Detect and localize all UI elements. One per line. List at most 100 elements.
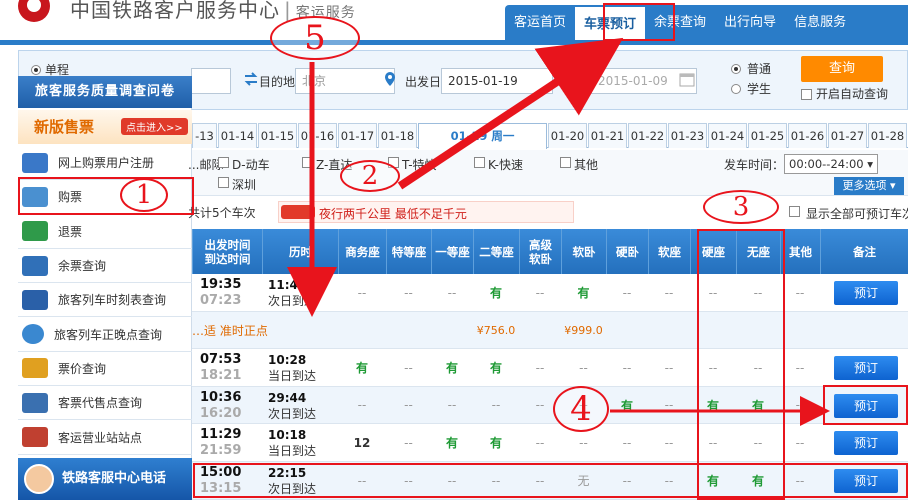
passenger-normal-label: 普通 (747, 62, 772, 76)
nav-home[interactable]: 客运首页 (505, 5, 575, 40)
sidebar-item-agents[interactable]: 客票代售点查询 (18, 386, 192, 421)
date-tab[interactable]: 01-22 (628, 123, 667, 148)
duration: 10:28 当日到达 (268, 352, 316, 384)
hotline-banner[interactable]: 铁路客服中心电话 (18, 458, 192, 500)
column-header[interactable]: 历时 (262, 229, 338, 274)
promo-notice[interactable]: 夜行两千公里 最低不足千元 (278, 201, 574, 223)
date-tab[interactable]: 01-14 (218, 123, 257, 148)
duration: 11:48 次日到达 (268, 277, 316, 309)
seat-availability: -- (535, 360, 545, 375)
filter-z-checkbox[interactable] (302, 157, 313, 168)
seat-availability: -- (664, 398, 674, 412)
train-table-header: 出发时间 到达时间 历时 商务座 特等座 一等座 二等座 高级 软卧 软卧 硬卧 软座 硬座 无座 其他… (192, 229, 908, 274)
date-tab[interactable]: 01-28 (868, 123, 907, 148)
seat-availability: 有 (577, 286, 590, 300)
new-version-enter-button[interactable]: 点击进入>> (121, 118, 188, 135)
seat-availability (431, 312, 473, 348)
main-nav: 客运首页 车票预订 余票查询 出行向导 信息服务 (505, 5, 908, 40)
date-tab[interactable]: 01-17 (338, 123, 377, 148)
seat-availability: -- (404, 360, 413, 375)
depart-arrive-time: 10:36 16:20 (200, 390, 241, 422)
date-tab[interactable]: 01-24 (708, 123, 747, 148)
sidebar-item-refund[interactable]: 退票 (18, 215, 192, 249)
annotation-2: 2 (340, 160, 400, 192)
date-tab[interactable]: 01-16 (298, 123, 337, 148)
filter-k-checkbox[interactable] (474, 157, 485, 168)
column-header[interactable]: 出发时间 到达时间 (192, 229, 262, 274)
seat-availability (606, 312, 648, 348)
seat-availability: -- (404, 435, 413, 450)
sidebar-item-fare[interactable]: 票价查询 (18, 352, 192, 387)
filter-d-checkbox[interactable] (218, 157, 229, 168)
depart-time: 11:29 (200, 427, 242, 442)
seat-availability: 有 (355, 361, 368, 375)
date-tab[interactable]: 01-20 (548, 123, 587, 148)
date-tab[interactable]: 01-15 (258, 123, 297, 148)
date-tab[interactable]: -13 (192, 123, 217, 148)
more-options-button[interactable]: 更多选项 ▾ (834, 177, 904, 195)
from-station-input[interactable] (191, 68, 231, 94)
survey-banner[interactable]: 旅客服务质量调查问卷 (18, 76, 192, 108)
search-button[interactable]: 查询 (801, 56, 883, 82)
filter-other-checkbox[interactable] (560, 157, 571, 168)
book-button[interactable]: 预订 (834, 431, 898, 455)
seat-availability (386, 312, 431, 348)
auto-query-checkbox[interactable] (801, 89, 812, 100)
date-tab[interactable]: 01-25 (748, 123, 787, 148)
column-header: 一等座 (431, 229, 473, 274)
depart-time: 10:36 (200, 390, 242, 405)
depart-time-select[interactable]: 00:00--24:00 ▾ (784, 154, 878, 174)
seat-availability: -- (795, 360, 805, 375)
date-tab[interactable]: 01-18 (378, 123, 417, 148)
brand-title: 中国铁路客户服务中心 (70, 0, 280, 22)
duration-value: 29:44 (268, 391, 307, 405)
sidebar-item-punctuality[interactable]: 旅客列车正晚点查询 (18, 317, 192, 352)
nav-info-service[interactable]: 信息服务 (785, 5, 855, 40)
date-tab-active[interactable]: 01-19 周一 (418, 123, 547, 149)
return-calendar-icon[interactable] (679, 71, 695, 87)
seat-availability (519, 312, 561, 348)
passenger-student-radio[interactable] (731, 84, 741, 94)
book-button[interactable]: 预订 (834, 281, 898, 305)
arrival-day: 当日到达 (268, 369, 317, 383)
railway-logo-icon (18, 0, 50, 22)
trip-oneway-radio[interactable] (31, 65, 41, 75)
seat-availability: 有 (489, 286, 502, 300)
seat-availability (780, 312, 820, 348)
train-icon (22, 289, 48, 310)
location-pin-icon[interactable] (382, 71, 398, 87)
sidebar-item-remaining[interactable]: 余票查询 (18, 249, 192, 284)
sidebar-item-label: 余票查询 (58, 259, 107, 274)
arrival-day: 次日到达 (268, 294, 317, 308)
header-divider (0, 40, 908, 45)
chevron-down-icon: ▾ (889, 179, 896, 192)
user-register-icon (22, 152, 48, 173)
seat-availability: 有 (445, 436, 458, 450)
train-count: 共计5个车次 (188, 206, 256, 220)
sidebar-item-timetable[interactable]: 旅客列车时刻表查询 (18, 283, 192, 318)
book-button[interactable]: 预订 (834, 356, 898, 380)
date-tab[interactable]: 01-23 (668, 123, 707, 148)
seat-availability: -- (357, 398, 367, 412)
duration-value: 10:28 (268, 353, 307, 367)
to-station-input[interactable]: 北京 (295, 68, 395, 94)
seat-availability: -- (447, 285, 457, 300)
sidebar-item-register[interactable]: 网上购票用户注册 (18, 146, 192, 181)
date-tab[interactable]: 01-26 (788, 123, 827, 148)
show-all-checkbox[interactable] (789, 206, 800, 217)
train-logo-icon (281, 205, 315, 219)
new-version-banner[interactable]: 新版售票 点击进入>> (18, 110, 192, 144)
date-tab[interactable]: 01-21 (588, 123, 627, 148)
calendar-icon[interactable] (560, 71, 576, 87)
clock-icon (22, 324, 44, 345)
swap-stations-icon[interactable] (243, 71, 259, 87)
seat-availability: -- (795, 435, 805, 450)
depart-date-input[interactable]: 2015-01-19 (441, 68, 553, 94)
filter-shenzhen-checkbox[interactable] (218, 177, 229, 188)
date-tab[interactable]: 01-27 (828, 123, 867, 148)
sidebar-item-stations[interactable]: 客运营业站站点 (18, 420, 192, 455)
seat-availability (648, 312, 690, 348)
passenger-normal-radio[interactable] (731, 64, 741, 74)
nav-travel-guide[interactable]: 出行向导 (715, 5, 785, 40)
depart-time-value: 00:00--24:00 (789, 157, 864, 171)
